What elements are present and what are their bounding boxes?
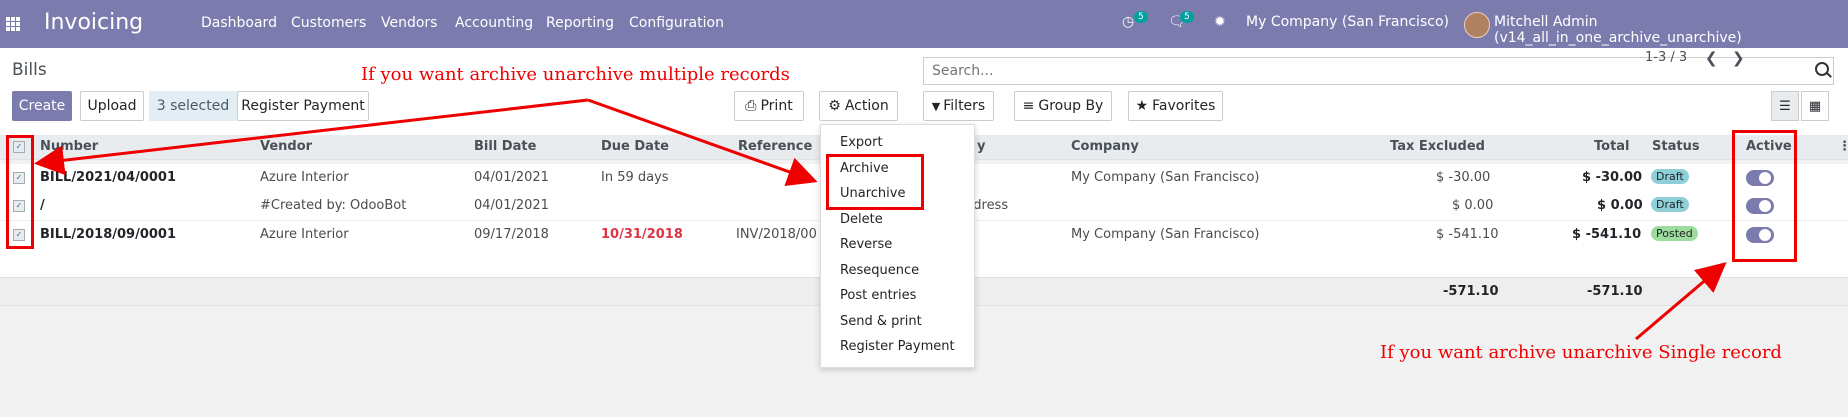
arrow-to-active bbox=[1635, 262, 1727, 341]
arrow-to-archive bbox=[587, 98, 818, 187]
arrow-to-checkboxes bbox=[34, 98, 589, 176]
annotation-arrows bbox=[34, 98, 1727, 341]
